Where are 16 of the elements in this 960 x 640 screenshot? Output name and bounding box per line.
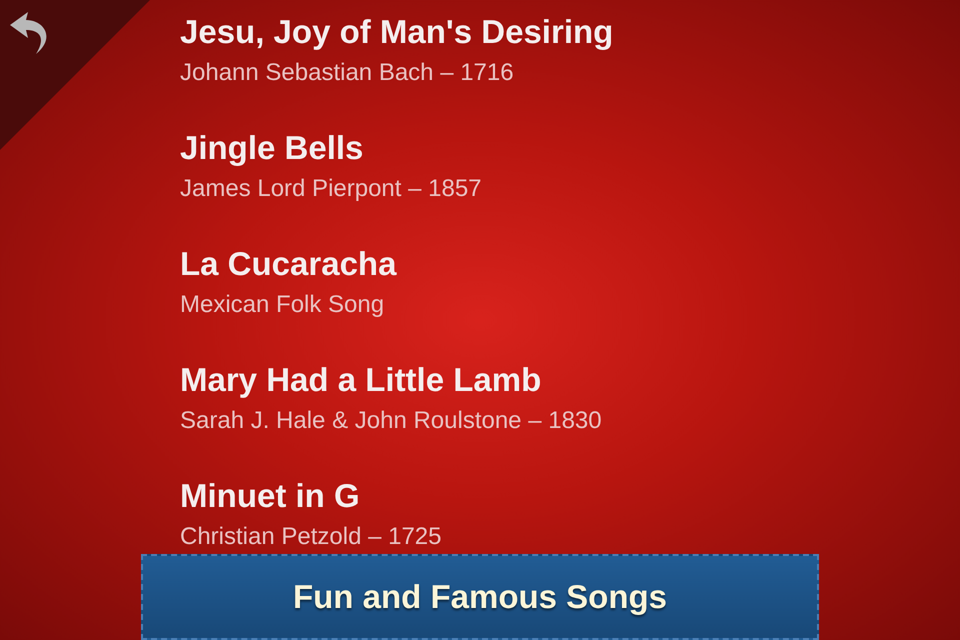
banner-title: Fun and Famous Songs <box>292 578 667 616</box>
song-item[interactable]: Jingle Bells James Lord Pierpont – 1857 <box>180 128 960 204</box>
song-composer: Sarah J. Hale & John Roulstone – 1830 <box>180 406 603 436</box>
song-composer: Mexican Folk Song <box>180 290 386 320</box>
song-title: Minuet in G <box>180 476 361 516</box>
song-item[interactable]: Mary Had a Little Lamb Sarah J. Hale & John Roulstone – 1830 <box>180 360 960 436</box>
song-composer: James Lord Pierpont – 1857 <box>180 174 483 204</box>
song-title: La Cucaracha <box>180 244 398 284</box>
song-title: Jingle Bells <box>180 128 364 168</box>
song-composer: Christian Petzold – 1725 <box>180 522 442 552</box>
song-title: Mary Had a Little Lamb <box>180 360 542 400</box>
song-item[interactable]: Minuet in G Christian Petzold – 1725 <box>180 476 960 552</box>
song-composer: Johann Sebastian Bach – 1716 <box>180 58 515 88</box>
song-title: Jesu, Joy of Man's Desiring <box>180 12 614 52</box>
song-item[interactable]: Jesu, Joy of Man's Desiring Johann Sebastian Bach – 1716 <box>180 12 960 88</box>
song-item[interactable]: La Cucaracha Mexican Folk Song <box>180 244 960 320</box>
